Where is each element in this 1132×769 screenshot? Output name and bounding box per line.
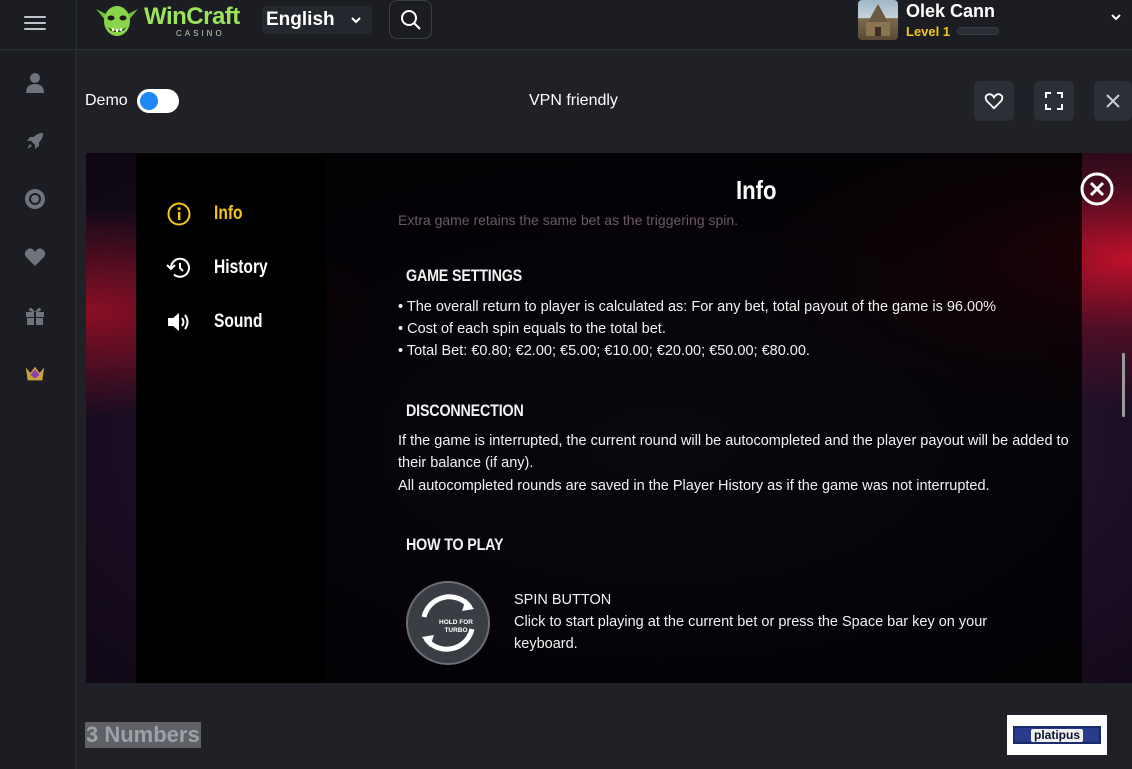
close-icon: [1106, 94, 1120, 108]
game-frame[interactable]: Info History Sound Info Extra game retai…: [86, 153, 1132, 683]
language-selector[interactable]: English: [262, 6, 372, 34]
language-label: English: [266, 9, 335, 30]
gift-icon[interactable]: [24, 304, 46, 326]
menu-item-info[interactable]: Info: [166, 200, 249, 228]
history-icon: [166, 255, 192, 281]
crown-icon[interactable]: [24, 362, 46, 384]
chevron-down-icon: [350, 13, 361, 27]
poker-chip-icon[interactable]: [24, 188, 46, 210]
info-icon: [166, 201, 192, 227]
sidebar: [0, 51, 76, 769]
provider-badge: platipus: [1013, 726, 1101, 744]
total-bet-line: • Total Bet: €0.80; €2.00; €5.00; €10.00…: [398, 343, 810, 359]
section-title-how-to-play: HOW TO PLAY: [406, 535, 504, 554]
close-info-button[interactable]: [1080, 172, 1114, 206]
spin-cost-line: • Cost of each spin equals to the total …: [398, 321, 666, 337]
avatar[interactable]: [858, 0, 898, 40]
menu-item-label: Info: [214, 203, 243, 224]
divider: [76, 0, 77, 50]
brand-logo[interactable]: WinCraft CASINO: [94, 0, 240, 42]
menu-item-label: History: [214, 257, 268, 278]
menu-item-sound[interactable]: Sound: [166, 308, 273, 336]
chevron-down-icon[interactable]: [1111, 10, 1121, 24]
hamburger-icon[interactable]: [24, 12, 46, 34]
heart-icon[interactable]: [24, 246, 46, 268]
scrollbar[interactable]: [1122, 353, 1125, 417]
vpn-friendly-label: VPN friendly: [529, 92, 618, 109]
top-bar: WinCraft CASINO English Olek Cann Level …: [0, 0, 1132, 50]
section-title-disconnection: DISCONNECTION: [406, 401, 524, 420]
search-button[interactable]: [389, 0, 432, 39]
spin-button-description: Click to start playing at the current be…: [514, 614, 988, 652]
info-panel-title: Info: [736, 175, 777, 205]
provider-name: platipus: [1030, 728, 1083, 742]
demo-toggle[interactable]: [137, 89, 179, 113]
spin-button-title: SPIN BUTTON: [514, 592, 612, 608]
menu-item-label: Sound: [214, 311, 263, 332]
spin-icon-text: HOLD FOR TURBO: [439, 619, 473, 634]
toggle-knob: [140, 92, 158, 110]
user-level: Level 1: [906, 24, 951, 39]
brand-subtitle: CASINO: [176, 28, 225, 38]
spin-button-icon: HOLD FOR TURBO: [406, 581, 490, 665]
close-icon: [1080, 172, 1114, 206]
provider-logo[interactable]: platipus: [1007, 715, 1107, 755]
username[interactable]: Olek Cann: [906, 1, 995, 22]
info-content[interactable]: Extra game retains the same bet as the t…: [398, 205, 1118, 683]
game-title: 3 Numbers: [85, 722, 201, 748]
autocomplete-paragraph: All autocompleted rounds are saved in th…: [398, 478, 990, 494]
speaker-icon: [166, 309, 192, 335]
heart-icon: [984, 93, 1004, 110]
rocket-icon[interactable]: [24, 130, 46, 152]
fullscreen-icon: [1045, 92, 1063, 110]
fullscreen-button[interactable]: [1034, 81, 1074, 121]
info-overlay: Info History Sound Info Extra game retai…: [136, 153, 1125, 683]
brand-name: WinCraft: [144, 2, 240, 30]
close-game-button[interactable]: [1094, 81, 1132, 121]
user-icon[interactable]: [24, 72, 46, 94]
level-progress-bar: [957, 27, 999, 35]
rtp-line: • The overall return to player is calcul…: [398, 299, 997, 315]
demo-label: Demo: [85, 92, 128, 109]
faded-text: Extra game retains the same bet as the t…: [398, 212, 739, 228]
favorite-button[interactable]: [974, 81, 1014, 121]
search-icon: [400, 9, 421, 30]
section-title-game-settings: GAME SETTINGS: [406, 266, 523, 285]
info-menu: Info History Sound: [136, 153, 326, 683]
disconnection-paragraph: If the game is interrupted, the current …: [398, 433, 1069, 471]
goblin-mascot-icon: [96, 6, 138, 36]
menu-item-history[interactable]: History: [166, 254, 279, 282]
